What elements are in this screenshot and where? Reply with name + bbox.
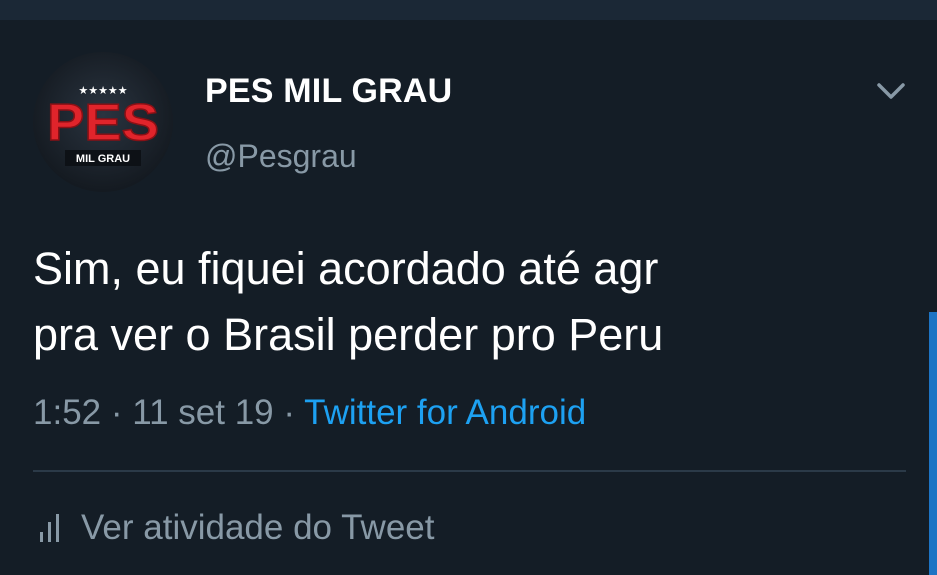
tweet-time: 1:52 [33, 393, 102, 432]
view-activity-button[interactable]: Ver atividade do Tweet [33, 508, 435, 548]
top-bar [0, 0, 937, 20]
tweet-meta: 1:52 · 11 set 19 · Twitter for Android [33, 393, 586, 433]
divider [33, 470, 906, 472]
bar-chart-icon [33, 508, 67, 548]
view-activity-label: Ver atividade do Tweet [81, 508, 435, 547]
tweet-text-line: pra ver o Brasil perder pro Peru [33, 309, 664, 360]
chevron-down-icon[interactable] [873, 78, 909, 104]
meta-separator: · [101, 393, 133, 432]
tweet-text-line: Sim, eu fiquei acordado até agr [33, 243, 659, 294]
tweet-source-link[interactable]: Twitter for Android [304, 393, 586, 432]
logo-text: PES [47, 94, 159, 152]
logo-subtext: MIL GRAU [76, 153, 130, 165]
tweet-text: Sim, eu fiquei acordado até agr pra ver … [33, 236, 893, 368]
avatar[interactable]: ★★★★★ PES MIL GRAU [33, 52, 173, 192]
scrollbar-thumb[interactable] [929, 312, 937, 575]
display-name[interactable]: PES MIL GRAU [205, 72, 452, 111]
meta-separator: · [273, 393, 305, 432]
pes-logo-icon: ★★★★★ PES MIL GRAU [46, 84, 160, 166]
tweet-date: 11 set 19 [132, 393, 274, 432]
user-handle[interactable]: @Pesgrau [205, 138, 357, 175]
